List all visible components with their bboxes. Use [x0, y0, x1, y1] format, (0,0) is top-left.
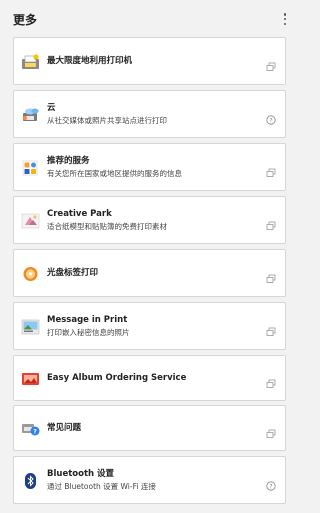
- card-title: 光盘标签打印: [47, 268, 99, 278]
- more-options-icon[interactable]: [282, 13, 288, 25]
- message-in-print-icon: [21, 319, 41, 335]
- card-text: 推荐的服务 有关您所在国家或地区提供的服务的信息: [47, 156, 255, 179]
- card-title: Easy Album Ordering Service: [47, 373, 187, 383]
- external-link-icon[interactable]: [266, 57, 276, 71]
- services-grid-icon: [21, 160, 41, 176]
- creative-park-icon: [21, 213, 41, 229]
- card-text: 云 从社交媒体或照片共享站点进行打印: [47, 103, 255, 126]
- page-title: 更多: [13, 13, 38, 27]
- help-icon[interactable]: ?: [266, 110, 276, 125]
- card-text: 最大限度地利用打印机: [47, 56, 255, 67]
- card-subtitle: 有关您所在国家或地区提供的服务的信息: [47, 169, 182, 178]
- card-title: Message in Print: [47, 315, 128, 325]
- list-item-cloud[interactable]: 云 从社交媒体或照片共享站点进行打印 ?: [13, 90, 286, 138]
- external-link-icon[interactable]: [266, 269, 276, 283]
- external-link-icon[interactable]: [266, 374, 276, 388]
- printer-tips-icon: [21, 54, 41, 70]
- card-subtitle: 打印嵌入秘密信息的照片: [47, 328, 130, 337]
- svg-text:?: ?: [33, 428, 37, 436]
- list-item-faq[interactable]: ? 常见问题: [13, 405, 286, 451]
- list-item-printer-tips[interactable]: 最大限度地利用打印机: [13, 37, 286, 85]
- card-subtitle: 适合纸模型和贴贴簿的免费打印素材: [47, 222, 167, 231]
- list-item-recommended-services[interactable]: 推荐的服务 有关您所在国家或地区提供的服务的信息: [13, 143, 286, 191]
- header: 更多: [0, 0, 300, 36]
- external-link-icon[interactable]: [266, 216, 276, 230]
- external-link-icon[interactable]: [266, 163, 276, 177]
- more-screen: 更多 最大限度地利用打印机 云 从社交媒体或照片共享站点进行打印 ? 推荐的服务…: [0, 0, 300, 513]
- card-title: 推荐的服务: [47, 156, 90, 166]
- card-subtitle: 从社交媒体或照片共享站点进行打印: [47, 116, 167, 125]
- help-icon[interactable]: ?: [266, 476, 276, 491]
- list-item-bluetooth-settings[interactable]: Bluetooth 设置 通过 Bluetooth 设置 Wi-Fi 连接 ?: [13, 456, 286, 504]
- card-text: Creative Park 适合纸模型和贴贴簿的免费打印素材: [47, 209, 255, 232]
- card-title: 常见问题: [47, 423, 82, 433]
- external-link-icon[interactable]: [266, 424, 276, 438]
- card-subtitle: 通过 Bluetooth 设置 Wi-Fi 连接: [47, 482, 156, 491]
- card-title: Bluetooth 设置: [47, 469, 115, 479]
- card-title: 最大限度地利用打印机: [47, 56, 133, 66]
- list-item-creative-park[interactable]: Creative Park 适合纸模型和贴贴簿的免费打印素材: [13, 196, 286, 244]
- card-title: Creative Park: [47, 209, 112, 219]
- card-text: 常见问题: [47, 423, 255, 434]
- svg-text:?: ?: [269, 483, 272, 490]
- album-icon: [21, 371, 41, 387]
- faq-icon: ?: [21, 421, 41, 437]
- cloud-print-icon: [21, 107, 41, 123]
- card-text: Message in Print 打印嵌入秘密信息的照片: [47, 315, 255, 338]
- card-text: Easy Album Ordering Service: [47, 373, 255, 384]
- list-item-disc-label[interactable]: 光盘标签打印: [13, 249, 286, 297]
- card-title: 云: [47, 103, 56, 113]
- svg-text:?: ?: [269, 117, 272, 124]
- disc-label-icon: [21, 266, 41, 282]
- bluetooth-icon: [21, 473, 41, 489]
- list-item-message-in-print[interactable]: Message in Print 打印嵌入秘密信息的照片: [13, 302, 286, 350]
- external-link-icon[interactable]: [266, 322, 276, 336]
- card-text: 光盘标签打印: [47, 268, 255, 279]
- card-text: Bluetooth 设置 通过 Bluetooth 设置 Wi-Fi 连接: [47, 469, 255, 492]
- list-item-album-ordering[interactable]: Easy Album Ordering Service: [13, 355, 286, 401]
